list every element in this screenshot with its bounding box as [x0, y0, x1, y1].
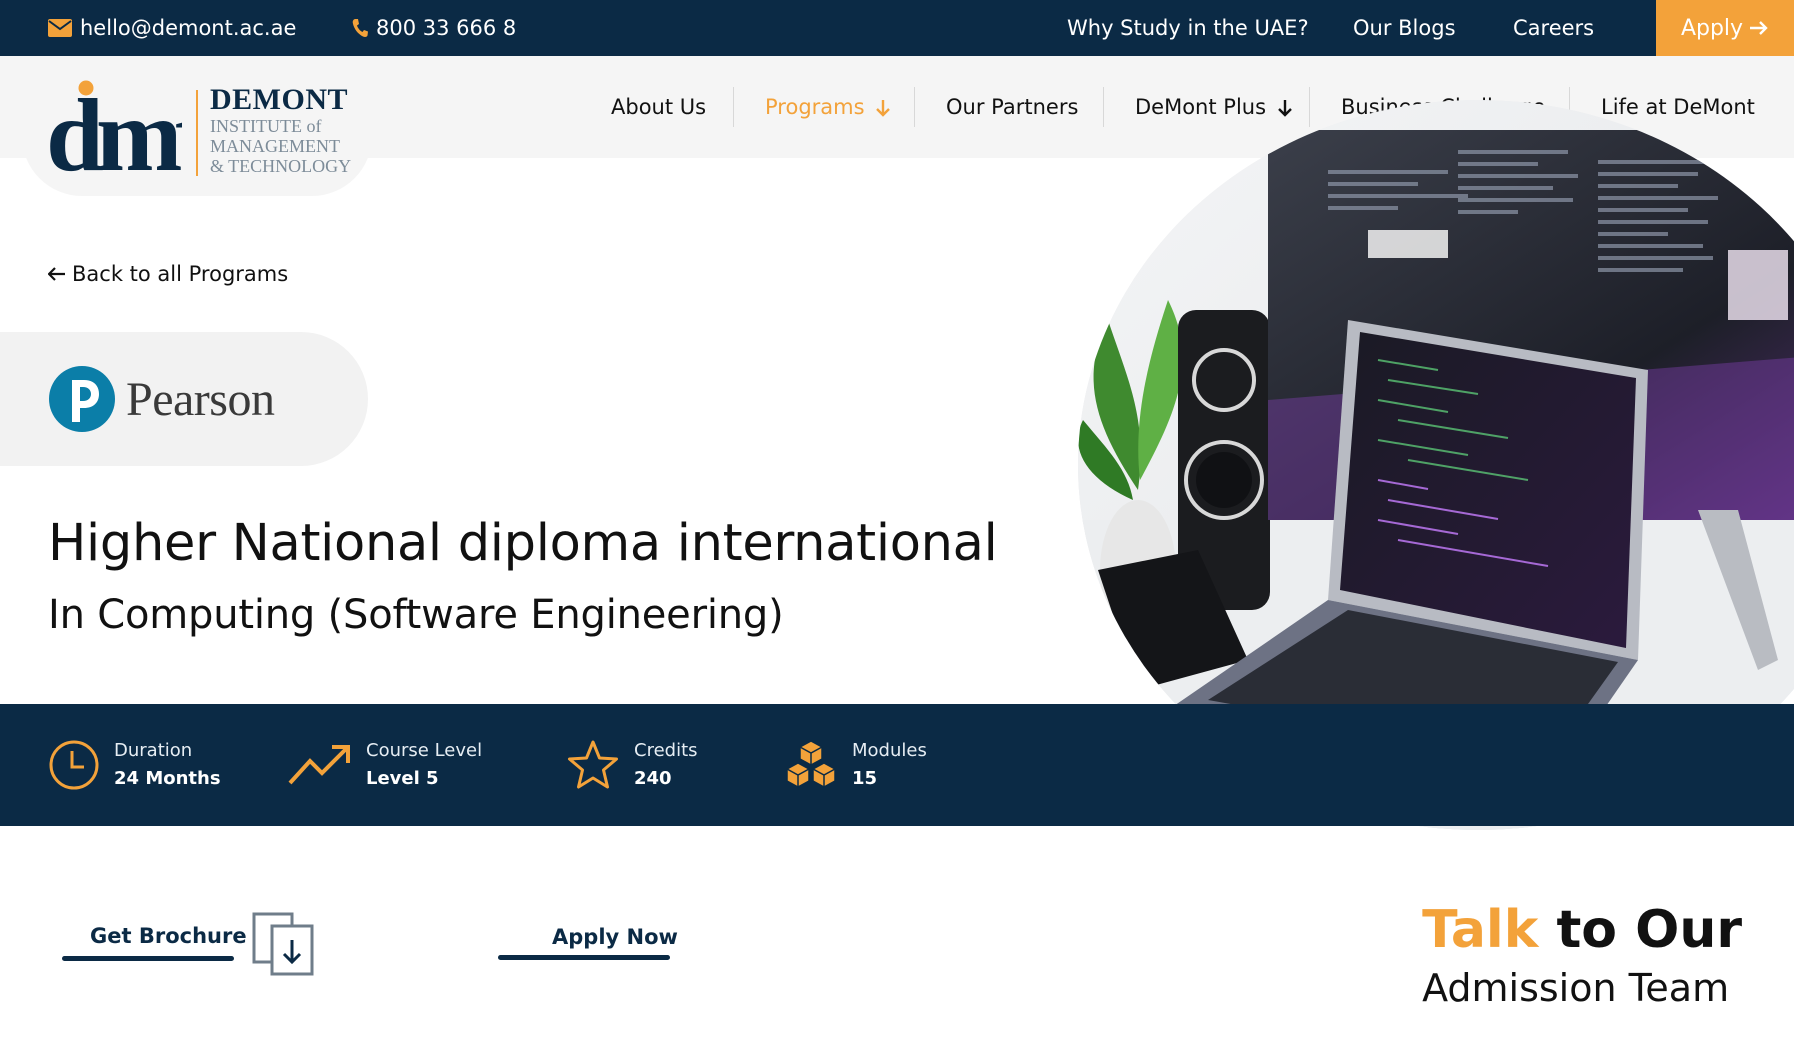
- arrow-down-icon: [876, 100, 891, 117]
- nav-item-our-partners[interactable]: Our Partners: [946, 56, 1078, 158]
- stat-value: 24 Months: [114, 768, 221, 789]
- nav-item-about-us[interactable]: About Us: [611, 56, 706, 158]
- nav-item-label: DeMont Plus: [1135, 95, 1267, 119]
- stat-value: Level 5: [366, 768, 439, 789]
- stat-label: Course Level: [366, 740, 483, 761]
- pearson-wordmark: Pearson: [126, 372, 275, 426]
- arrow-left-icon: [48, 267, 65, 281]
- apply-now-underline: [498, 955, 670, 960]
- back-to-programs-link[interactable]: Back to all Programs: [48, 262, 288, 286]
- apply-now-label: Apply Now: [552, 925, 678, 949]
- nav-separator: [1103, 87, 1104, 127]
- logo-text: DEMONT INSTITUTE of MANAGEMENT & TECHNOL…: [210, 83, 352, 177]
- clock-icon: [49, 740, 99, 790]
- email-contact[interactable]: hello@demont.ac.ae: [48, 0, 296, 56]
- apply-top-label: Apply: [1680, 15, 1744, 41]
- phone-text: 800 33 666 8: [376, 16, 517, 40]
- mail-icon: [48, 19, 72, 37]
- email-text: hello@demont.ac.ae: [80, 16, 297, 40]
- toplink-our-blogs[interactable]: Our Blogs: [1353, 0, 1456, 56]
- talk-highlight: Talk: [1422, 900, 1539, 960]
- stat-label: Credits: [634, 740, 698, 761]
- program-stats-bar: Duration 24 Months Course Level Level 5 …: [0, 704, 1794, 826]
- trend-up-icon: [288, 745, 350, 785]
- nav-item-label: About Us: [611, 95, 707, 119]
- stat-value: 240: [634, 768, 672, 789]
- program-subtitle: In Computing (Software Engineering): [48, 592, 784, 638]
- pearson-p-icon: [49, 366, 115, 432]
- talk-to-admission-heading: Talk to Our Admission Team: [1422, 900, 1742, 1010]
- program-title: Higher National diploma international: [48, 514, 998, 573]
- stat-modules: Modules 15: [784, 704, 927, 826]
- apply-top-button[interactable]: Apply: [1656, 0, 1794, 56]
- nav-item-label: Our Partners: [946, 95, 1079, 119]
- phone-icon: [352, 19, 368, 38]
- logo-divider: [196, 90, 198, 176]
- cubes-icon: [786, 740, 836, 788]
- nav-item-label: Programs: [765, 95, 865, 119]
- logo-brand: DEMONT: [210, 83, 348, 116]
- dmt-logo-mark: dmt: [46, 78, 182, 176]
- nav-separator: [733, 87, 734, 127]
- download-document-icon[interactable]: [252, 912, 314, 976]
- stat-value: 15: [852, 768, 878, 789]
- stat-course-level: Course Level Level 5: [288, 704, 482, 826]
- star-icon: [568, 740, 618, 789]
- logo-line-2: MANAGEMENT: [210, 136, 340, 156]
- stat-duration: Duration 24 Months: [48, 704, 221, 826]
- toplink-why-study[interactable]: Why Study in the UAE?: [1067, 0, 1309, 56]
- stat-credits: Credits 240: [566, 704, 698, 826]
- pearson-logo: Pearson: [48, 364, 275, 434]
- page: hello@demont.ac.ae 800 33 666 8 Why Stud…: [0, 0, 1794, 1040]
- svg-text:dmt: dmt: [46, 78, 182, 176]
- talk-heading-line-2: Admission Team: [1422, 966, 1730, 1010]
- nav-item-label: Life at DeMont: [1601, 95, 1755, 119]
- nav-item-programs[interactable]: Programs: [765, 56, 891, 158]
- nav-item-demont-plus[interactable]: DeMont Plus: [1135, 56, 1293, 158]
- talk-heading-line-1: Talk to Our: [1422, 900, 1742, 960]
- arrow-right-icon: [1750, 21, 1768, 35]
- logo-line-3: & TECHNOLOGY: [210, 156, 352, 176]
- nav-separator: [914, 87, 915, 127]
- back-link-label: Back to all Programs: [72, 262, 289, 286]
- toplink-careers[interactable]: Careers: [1513, 0, 1594, 56]
- nav-separator: [1309, 87, 1310, 127]
- apply-now-button[interactable]: Apply Now: [498, 925, 678, 965]
- stat-label: Duration: [114, 740, 193, 761]
- phone-contact[interactable]: 800 33 666 8: [352, 0, 516, 56]
- top-bar: hello@demont.ac.ae 800 33 666 8 Why Stud…: [0, 0, 1794, 56]
- stat-label: Modules: [852, 740, 927, 761]
- logo-line-1: INSTITUTE of: [210, 116, 322, 136]
- get-brochure-underline: [62, 956, 234, 961]
- site-logo[interactable]: dmt DEMONT INSTITUTE of MANAGEMENT & TEC…: [46, 78, 351, 176]
- arrow-down-icon: [1277, 100, 1292, 117]
- talk-rest: to Our: [1556, 900, 1742, 960]
- get-brochure-label: Get Brochure: [90, 924, 247, 948]
- get-brochure-button[interactable]: Get Brochure: [62, 924, 247, 964]
